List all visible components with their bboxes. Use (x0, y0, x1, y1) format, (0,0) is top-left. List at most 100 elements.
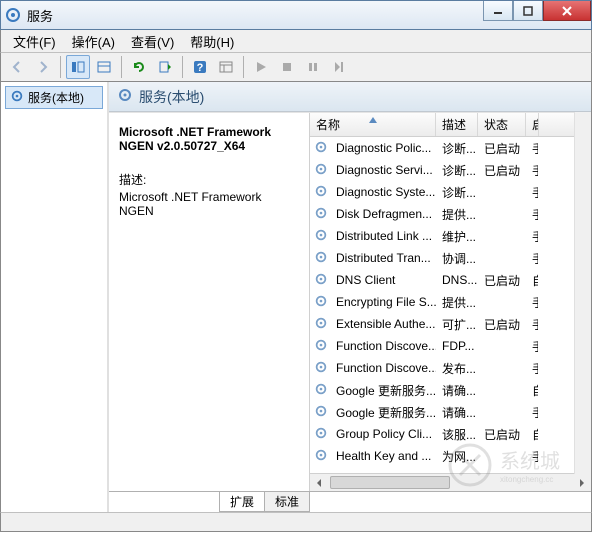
service-status-cell: 已启动 (478, 272, 526, 289)
list-body[interactable]: Diagnostic Polic...诊断...已启动手Diagnostic S… (310, 137, 591, 473)
forward-button[interactable] (31, 55, 55, 79)
detail-panel: Microsoft .NET Framework NGEN v2.0.50727… (109, 113, 309, 491)
gear-icon (117, 87, 133, 106)
service-desc-cell: 请确... (436, 382, 478, 399)
service-name-cell: DNS Client (330, 273, 436, 287)
tree-root-label: 服务(本地) (28, 89, 84, 106)
service-desc-cell: 请确... (436, 404, 478, 421)
table-row[interactable]: Encrypting File S...提供...手 (310, 291, 591, 313)
service-name-cell: Diagnostic Servi... (330, 163, 436, 177)
table-row[interactable]: Diagnostic Servi...诊断...已启动手 (310, 159, 591, 181)
menu-file[interactable]: 文件(F) (5, 30, 64, 53)
service-name-cell: Extensible Authe... (330, 317, 436, 331)
stop-service-button[interactable] (275, 55, 299, 79)
back-button[interactable] (5, 55, 29, 79)
service-startup-cell: 自 (526, 272, 538, 289)
menu-help[interactable]: 帮助(H) (182, 30, 242, 53)
pause-service-button[interactable] (301, 55, 325, 79)
refresh-button[interactable] (127, 55, 151, 79)
gear-icon (314, 382, 330, 399)
window-title: 服务 (27, 6, 53, 25)
table-row[interactable]: Google 更新服务...请确... 手 (310, 401, 591, 423)
service-name-cell: Diagnostic Syste... (330, 185, 436, 199)
restart-service-button[interactable] (327, 55, 351, 79)
column-header-status[interactable]: 状态 (478, 113, 526, 136)
properties-button[interactable] (214, 55, 238, 79)
svg-text:?: ? (197, 62, 204, 74)
toolbar: ? (0, 52, 592, 82)
service-name-cell: Encrypting File S... (330, 295, 436, 309)
table-row[interactable]: DNS ClientDNS...已启动自 (310, 269, 591, 291)
service-name-cell: Function Discove... (330, 339, 436, 353)
service-desc-cell: FDP... (436, 339, 478, 353)
service-startup-cell: 手 (526, 294, 538, 311)
table-row[interactable]: Function Discove...发布...手 (310, 357, 591, 379)
service-status-cell: 已启动 (478, 140, 526, 157)
service-desc-cell: 协调... (436, 250, 478, 267)
service-desc-cell: 维护... (436, 228, 478, 245)
gear-icon (314, 448, 330, 465)
gear-icon (314, 426, 330, 443)
gear-icon (314, 404, 330, 421)
scrollbar-thumb[interactable] (330, 476, 450, 489)
gear-icon (314, 360, 330, 377)
menu-view[interactable]: 查看(V) (123, 30, 182, 53)
service-name-cell: Google 更新服务... (330, 382, 436, 399)
service-startup-cell: 自 (526, 382, 538, 399)
service-desc-cell: DNS... (436, 273, 478, 287)
tab-standard[interactable]: 标准 (264, 492, 310, 512)
minimize-button[interactable] (483, 1, 513, 21)
list-header: 名称 描述 状态 启 (310, 113, 591, 137)
service-startup-cell: 手 (526, 206, 538, 223)
service-startup-cell: 手 (526, 338, 538, 355)
table-row[interactable]: Disk Defragmen...提供...手 (310, 203, 591, 225)
gear-icon (10, 89, 24, 106)
service-desc-cell: 提供... (436, 206, 478, 223)
service-name-cell: Google 更新服务... (330, 404, 436, 421)
table-row[interactable]: Function Discove...FDP... 手 (310, 335, 591, 357)
vertical-scrollbar[interactable] (574, 112, 591, 474)
service-startup-cell: 手 (526, 404, 538, 421)
maximize-button[interactable] (513, 1, 543, 21)
start-service-button[interactable] (249, 55, 273, 79)
show-hide-tree-button[interactable] (66, 55, 90, 79)
service-list: 名称 描述 状态 启 Diagnostic Polic...诊断...已启动手D… (310, 113, 591, 491)
sort-asc-icon (369, 113, 377, 126)
menubar: 文件(F) 操作(A) 查看(V) 帮助(H) (0, 30, 592, 52)
service-startup-cell: 手 (526, 184, 538, 201)
close-button[interactable] (543, 1, 591, 21)
service-status-cell: 已启动 (478, 316, 526, 333)
right-pane: 服务(本地) Microsoft .NET Framework NGEN v2.… (109, 82, 591, 512)
column-header-startup[interactable]: 启 (526, 113, 539, 136)
export-button[interactable] (153, 55, 177, 79)
service-startup-cell: 手 (526, 140, 538, 157)
pane-header: 服务(本地) (109, 82, 591, 112)
table-row[interactable]: Distributed Tran...协调...手 (310, 247, 591, 269)
svg-text:xitongcheng.cc: xitongcheng.cc (500, 475, 553, 484)
statusbar (0, 512, 592, 532)
table-row[interactable]: Diagnostic Polic...诊断...已启动手 (310, 137, 591, 159)
help-button[interactable]: ? (188, 55, 212, 79)
gear-icon (314, 206, 330, 223)
column-header-description[interactable]: 描述 (436, 113, 478, 136)
service-name-cell: Distributed Link ... (330, 229, 436, 243)
table-row[interactable]: Google 更新服务...请确... 自 (310, 379, 591, 401)
column-header-name[interactable]: 名称 (310, 113, 436, 136)
tree-root-item[interactable]: 服务(本地) (5, 86, 103, 109)
svg-text:系统城: 系统城 (500, 450, 560, 473)
show-detail-button[interactable] (92, 55, 116, 79)
service-name-cell: Diagnostic Polic... (330, 141, 436, 155)
watermark: 系统城 xitongcheng.cc (445, 440, 585, 490)
tab-extended[interactable]: 扩展 (219, 492, 265, 512)
service-name-cell: Distributed Tran... (330, 251, 436, 265)
gear-icon (314, 250, 330, 267)
table-row[interactable]: Distributed Link ...维护...手 (310, 225, 591, 247)
scroll-left-icon[interactable] (310, 474, 328, 491)
menu-action[interactable]: 操作(A) (64, 30, 123, 53)
service-startup-cell: 手 (526, 316, 538, 333)
table-row[interactable]: Extensible Authe...可扩...已启动手 (310, 313, 591, 335)
gear-icon (314, 338, 330, 355)
service-desc-cell: 发布... (436, 360, 478, 377)
gear-icon (314, 228, 330, 245)
table-row[interactable]: Diagnostic Syste...诊断...手 (310, 181, 591, 203)
